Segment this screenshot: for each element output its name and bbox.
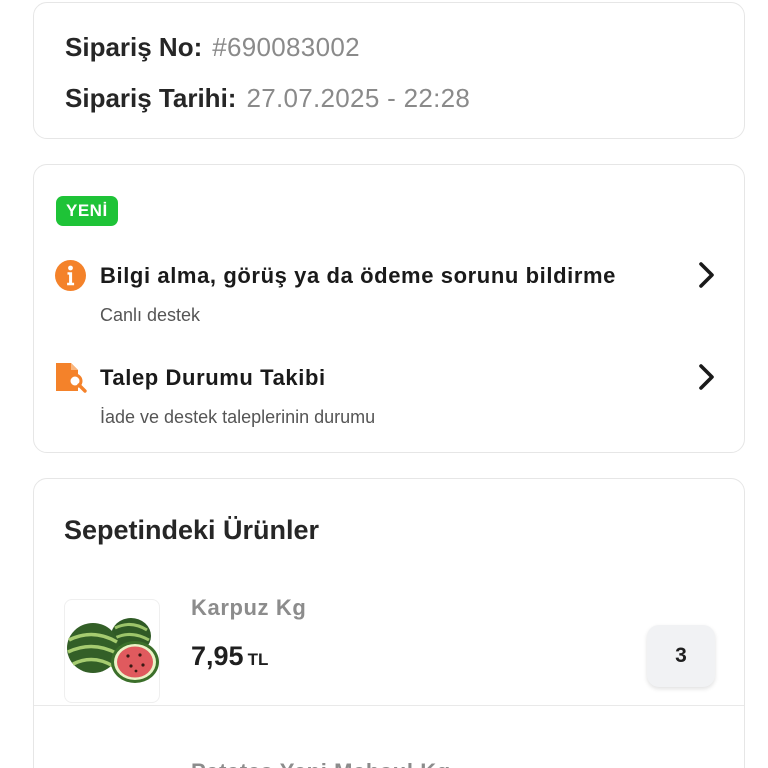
support-item-subtitle: Canlı destek	[100, 305, 201, 325]
watermelon-image	[64, 599, 160, 703]
order-date-value: 27.07.2025 - 22:28	[246, 83, 471, 113]
product-price-currency: TL	[247, 650, 269, 669]
support-item-title: Bilgi alma, görüş ya da ödeme sorunu bil…	[100, 263, 616, 288]
basket-title: Sepetindeki Ürünler	[64, 515, 320, 545]
order-number-value: #690083002	[212, 32, 360, 62]
chevron-right-icon	[696, 261, 718, 289]
order-info-card: Sipariş No: #690083002 Sipariş Tarihi: 27.…	[33, 2, 745, 139]
order-date-row: Sipariş Tarihi: 27.07.2025 - 22:28	[65, 83, 470, 114]
support-card: YENİ Bilgi alma, görüş ya da ödeme sorun…	[33, 164, 745, 453]
support-item-title: Talep Durumu Takibi	[100, 365, 326, 390]
product-price-value: 7,95	[191, 641, 244, 671]
basket-card: Sepetindeki Ürünler Karpuz Kg 7,95TL 3 P…	[33, 478, 745, 768]
order-date-label: Sipariş Tarihi:	[65, 83, 237, 113]
product-quantity: 3	[647, 625, 715, 687]
support-item-request-tracking[interactable]: Talep Durumu Takibi İade ve destek talep…	[34, 359, 744, 439]
new-badge: YENİ	[56, 196, 118, 226]
product-price: 7,95 TL	[191, 641, 268, 672]
product-item[interactable]: Patates Yeni Mahsul Kg	[34, 709, 744, 768]
order-number-row: Sipariş No: #690083002	[65, 32, 360, 63]
support-item-live-support[interactable]: Bilgi alma, görüş ya da ödeme sorunu bil…	[34, 257, 744, 337]
product-item[interactable]: Karpuz Kg 7,95 TL 3	[34, 591, 744, 706]
order-number-label: Sipariş No:	[65, 32, 203, 62]
chevron-right-icon	[696, 363, 718, 391]
document-search-icon	[54, 361, 87, 394]
product-name: Patates Yeni Mahsul Kg	[191, 759, 451, 768]
product-name: Karpuz Kg	[191, 595, 307, 620]
info-circle-icon	[54, 259, 87, 292]
support-item-subtitle: İade ve destek taleplerinin durumu	[100, 407, 376, 427]
